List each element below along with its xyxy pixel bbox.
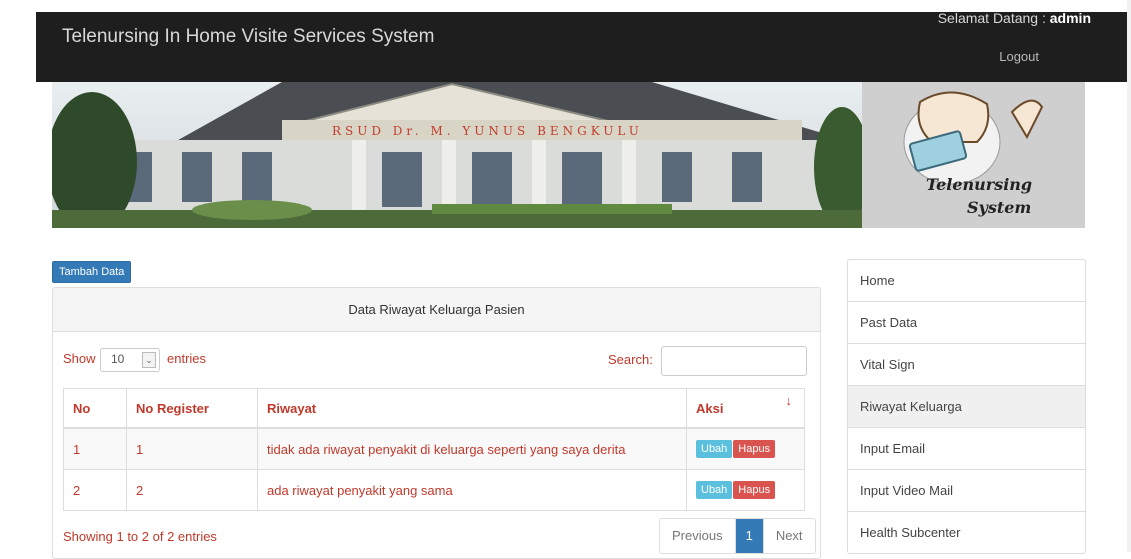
delete-button[interactable]: Hapus <box>733 481 776 499</box>
sidebar-item-input-email[interactable]: Input Email <box>848 428 1085 470</box>
sidebar-item-input-video-mail[interactable]: Input Video Mail <box>848 470 1085 512</box>
table-row: 2 2 ada riwayat penyakit yang sama Ubah H… <box>63 469 805 511</box>
logout-link[interactable]: Logout <box>999 49 1039 64</box>
edit-button[interactable]: Ubah <box>696 440 733 458</box>
logo-text-line1: Telenursing <box>926 175 1032 194</box>
welcome-text: Selamat Datang : admin <box>938 10 1091 26</box>
data-table: No No Register Riwayat Aksi ↓ 1 1 tidak … <box>63 388 805 511</box>
sidebar-item-home[interactable]: Home <box>848 260 1085 302</box>
header-banner: RSUD Dr. M. YUNUS BENGKULU Telenursing S… <box>52 82 1085 228</box>
chevron-down-icon: ⌄ <box>142 352 156 368</box>
sort-icon: ↓ <box>785 393 793 408</box>
table-info: Showing 1 to 2 of 2 entries <box>63 529 217 544</box>
edit-button[interactable]: Ubah <box>696 481 733 499</box>
sidebar-item-riwayat-keluarga[interactable]: Riwayat Keluarga <box>848 386 1085 428</box>
show-label: Show <box>63 351 96 366</box>
building-sign: RSUD Dr. M. YUNUS BENGKULU <box>332 124 643 138</box>
sidebar-menu: Home Past Data Vital Sign Riwayat Keluar… <box>847 259 1086 554</box>
sidebar-item-health-subcenter[interactable]: Health Subcenter <box>848 512 1085 553</box>
cell-register: 2 <box>126 469 258 511</box>
sidebar-item-vital-sign[interactable]: Vital Sign <box>848 344 1085 386</box>
sidebar-item-past-data[interactable]: Past Data <box>848 302 1085 344</box>
logo-text-line2: System <box>967 198 1031 217</box>
scrollbar[interactable] <box>1127 0 1131 552</box>
cell-riwayat: tidak ada riwayat penyakit di keluarga s… <box>257 427 687 470</box>
cell-no: 2 <box>63 469 127 511</box>
entries-label: entries <box>167 351 207 366</box>
panel-title: Data Riwayat Keluarga Pasien <box>53 288 820 332</box>
app-brand[interactable]: Telenursing In Home Visite Services Syst… <box>62 26 434 48</box>
col-header-no[interactable]: No <box>63 388 127 429</box>
cell-actions: Ubah Hapus <box>686 469 805 511</box>
username: admin <box>1049 10 1091 26</box>
col-header-riwayat[interactable]: Riwayat <box>257 388 687 429</box>
data-panel: Data Riwayat Keluarga Pasien Show 10 ⌄ e… <box>52 287 821 559</box>
col-header-register[interactable]: No Register <box>126 388 258 429</box>
cell-riwayat: ada riwayat penyakit yang sama <box>257 469 687 511</box>
top-navbar: Telenursing In Home Visite Services Syst… <box>36 10 1131 82</box>
table-row: 1 1 tidak ada riwayat penyakit di keluar… <box>63 427 805 470</box>
hospital-banner-image: RSUD Dr. M. YUNUS BENGKULU Telenursing S… <box>52 82 1085 228</box>
pagination-previous[interactable]: Previous <box>660 519 736 553</box>
add-data-button[interactable]: Tambah Data <box>52 261 132 283</box>
entries-value: 10 <box>111 352 125 366</box>
col-header-aksi-label: Aksi <box>696 400 724 416</box>
col-header-aksi[interactable]: Aksi ↓ <box>686 388 805 429</box>
pagination-next[interactable]: Next <box>764 519 815 553</box>
entries-select[interactable]: 10 ⌄ <box>100 348 160 372</box>
cell-no: 1 <box>63 427 127 470</box>
search-label: Search: <box>608 352 653 367</box>
cell-actions: Ubah Hapus <box>686 427 805 470</box>
cell-register: 1 <box>126 427 258 470</box>
pagination: Previous 1 Next <box>659 518 816 554</box>
welcome-prefix: Selamat Datang : <box>937 10 1046 26</box>
search-input[interactable] <box>661 346 807 376</box>
table-header-row: No No Register Riwayat Aksi ↓ <box>63 388 805 429</box>
delete-button[interactable]: Hapus <box>733 440 776 458</box>
pagination-page-1[interactable]: 1 <box>735 519 764 553</box>
